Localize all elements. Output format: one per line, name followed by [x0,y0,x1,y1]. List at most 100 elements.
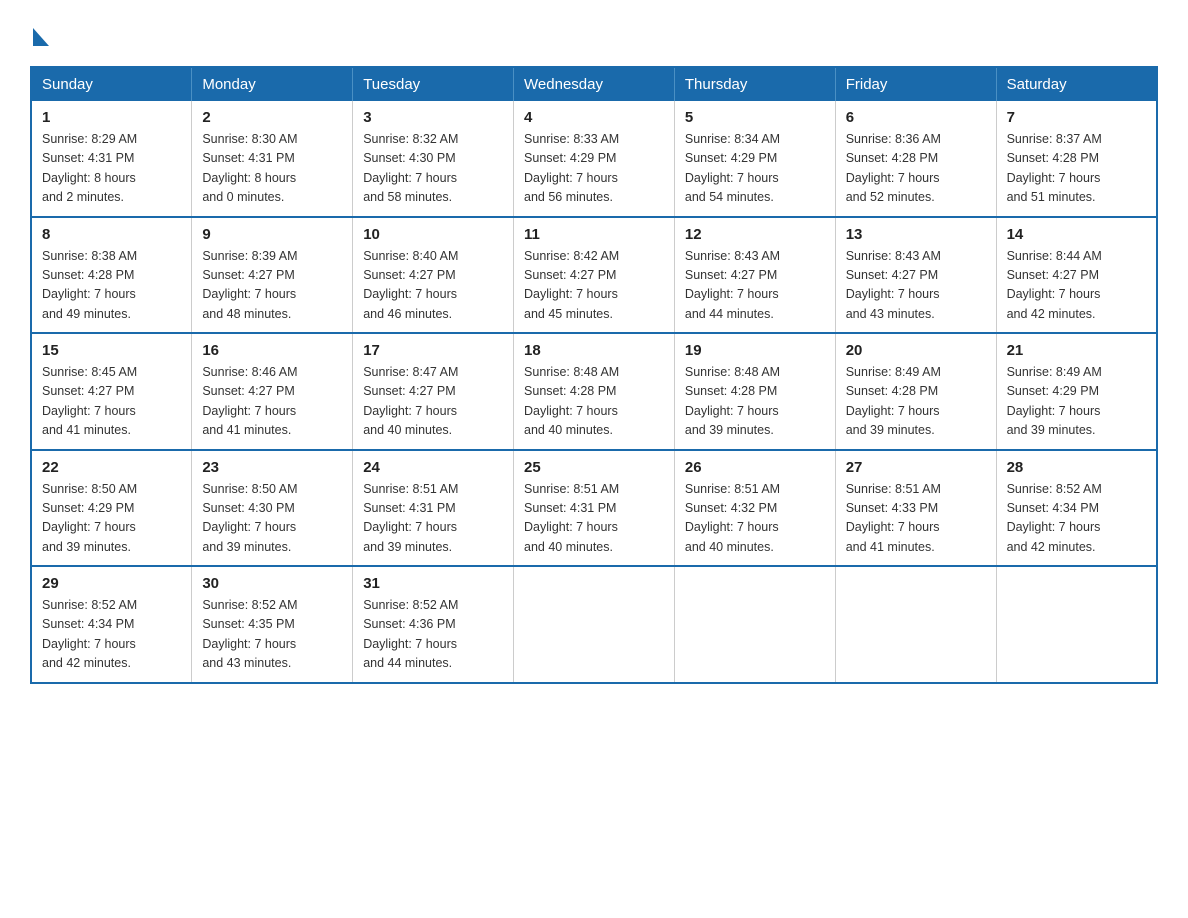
day-info: Sunrise: 8:52 AM Sunset: 4:35 PM Dayligh… [202,596,342,674]
day-number: 12 [685,226,825,243]
day-info: Sunrise: 8:48 AM Sunset: 4:28 PM Dayligh… [524,363,664,441]
calendar-cell: 5Sunrise: 8:34 AM Sunset: 4:29 PM Daylig… [674,101,835,217]
logo [30,20,49,46]
calendar-cell: 10Sunrise: 8:40 AM Sunset: 4:27 PM Dayli… [353,217,514,334]
calendar-cell: 17 Sunrise: 8:47 AM Sunset: 4:27 PM Dayli… [353,333,514,450]
weekday-header-friday: Friday [835,67,996,101]
calendar-cell: 1 Sunrise: 8:29 AM Sunset: 4:31 PM Daylig… [31,101,192,217]
page-header [30,20,1158,46]
weekday-header-sunday: Sunday [31,67,192,101]
calendar-cell: 26Sunrise: 8:51 AM Sunset: 4:32 PM Dayli… [674,450,835,567]
day-info: Sunrise: 8:46 AM Sunset: 4:27 PM Dayligh… [202,363,342,441]
weekday-header-monday: Monday [192,67,353,101]
day-info: Sunrise: 8:37 AM Sunset: 4:28 PM Dayligh… [1007,130,1146,208]
calendar-week-row: 15 Sunrise: 8:45 AM Sunset: 4:27 PM Dayli… [31,333,1157,450]
day-number: 9 [202,226,342,243]
day-number: 2 [202,109,342,126]
day-info: Sunrise: 8:49 AM Sunset: 4:29 PM Dayligh… [1007,363,1146,441]
calendar-cell: 2 Sunrise: 8:30 AM Sunset: 4:31 PM Daylig… [192,101,353,217]
day-info: Sunrise: 8:51 AM Sunset: 4:33 PM Dayligh… [846,480,986,558]
calendar-cell: 28 Sunrise: 8:52 AM Sunset: 4:34 PM Dayli… [996,450,1157,567]
calendar-cell: 25 Sunrise: 8:51 AM Sunset: 4:31 PM Dayli… [514,450,675,567]
day-number: 14 [1007,226,1146,243]
day-number: 15 [42,342,181,359]
day-number: 28 [1007,459,1146,476]
calendar-week-row: 29 Sunrise: 8:52 AM Sunset: 4:34 PM Dayli… [31,566,1157,683]
day-info: Sunrise: 8:47 AM Sunset: 4:27 PM Dayligh… [363,363,503,441]
day-info: Sunrise: 8:52 AM Sunset: 4:34 PM Dayligh… [1007,480,1146,558]
calendar-header-row: SundayMondayTuesdayWednesdayThursdayFrid… [31,67,1157,101]
calendar-cell: 27 Sunrise: 8:51 AM Sunset: 4:33 PM Dayli… [835,450,996,567]
calendar-cell: 29 Sunrise: 8:52 AM Sunset: 4:34 PM Dayli… [31,566,192,683]
day-info: Sunrise: 8:51 AM Sunset: 4:31 PM Dayligh… [363,480,503,558]
day-info: Sunrise: 8:52 AM Sunset: 4:36 PM Dayligh… [363,596,503,674]
day-number: 11 [524,226,664,243]
calendar-cell: 30 Sunrise: 8:52 AM Sunset: 4:35 PM Dayli… [192,566,353,683]
weekday-header-thursday: Thursday [674,67,835,101]
calendar-cell: 12 Sunrise: 8:43 AM Sunset: 4:27 PM Dayli… [674,217,835,334]
day-number: 29 [42,575,181,592]
day-info: Sunrise: 8:32 AM Sunset: 4:30 PM Dayligh… [363,130,503,208]
calendar-week-row: 1 Sunrise: 8:29 AM Sunset: 4:31 PM Daylig… [31,101,1157,217]
day-number: 18 [524,342,664,359]
day-number: 23 [202,459,342,476]
day-number: 4 [524,109,664,126]
day-number: 30 [202,575,342,592]
calendar-cell: 6 Sunrise: 8:36 AM Sunset: 4:28 PM Daylig… [835,101,996,217]
calendar-week-row: 22Sunrise: 8:50 AM Sunset: 4:29 PM Dayli… [31,450,1157,567]
day-number: 8 [42,226,181,243]
day-number: 24 [363,459,503,476]
calendar-cell: 31 Sunrise: 8:52 AM Sunset: 4:36 PM Dayli… [353,566,514,683]
day-info: Sunrise: 8:36 AM Sunset: 4:28 PM Dayligh… [846,130,986,208]
calendar-cell: 3 Sunrise: 8:32 AM Sunset: 4:30 PM Daylig… [353,101,514,217]
calendar-cell: 11 Sunrise: 8:42 AM Sunset: 4:27 PM Dayli… [514,217,675,334]
calendar-cell: 15 Sunrise: 8:45 AM Sunset: 4:27 PM Dayli… [31,333,192,450]
day-info: Sunrise: 8:49 AM Sunset: 4:28 PM Dayligh… [846,363,986,441]
day-number: 19 [685,342,825,359]
weekday-header-tuesday: Tuesday [353,67,514,101]
day-number: 27 [846,459,986,476]
day-info: Sunrise: 8:51 AM Sunset: 4:31 PM Dayligh… [524,480,664,558]
calendar-cell: 7Sunrise: 8:37 AM Sunset: 4:28 PM Daylig… [996,101,1157,217]
calendar-cell: 21 Sunrise: 8:49 AM Sunset: 4:29 PM Dayli… [996,333,1157,450]
day-info: Sunrise: 8:29 AM Sunset: 4:31 PM Dayligh… [42,130,181,208]
day-info: Sunrise: 8:52 AM Sunset: 4:34 PM Dayligh… [42,596,181,674]
day-info: Sunrise: 8:44 AM Sunset: 4:27 PM Dayligh… [1007,247,1146,325]
day-number: 1 [42,109,181,126]
day-info: Sunrise: 8:34 AM Sunset: 4:29 PM Dayligh… [685,130,825,208]
logo-triangle-icon [33,28,49,46]
day-number: 22 [42,459,181,476]
day-number: 31 [363,575,503,592]
day-info: Sunrise: 8:51 AM Sunset: 4:32 PM Dayligh… [685,480,825,558]
day-number: 20 [846,342,986,359]
calendar-cell: 19 Sunrise: 8:48 AM Sunset: 4:28 PM Dayli… [674,333,835,450]
day-number: 10 [363,226,503,243]
day-number: 13 [846,226,986,243]
day-number: 6 [846,109,986,126]
calendar-cell [835,566,996,683]
day-number: 21 [1007,342,1146,359]
day-number: 25 [524,459,664,476]
calendar-cell: 9 Sunrise: 8:39 AM Sunset: 4:27 PM Daylig… [192,217,353,334]
calendar-cell [996,566,1157,683]
day-info: Sunrise: 8:30 AM Sunset: 4:31 PM Dayligh… [202,130,342,208]
day-info: Sunrise: 8:43 AM Sunset: 4:27 PM Dayligh… [846,247,986,325]
calendar-cell: 13 Sunrise: 8:43 AM Sunset: 4:27 PM Dayli… [835,217,996,334]
day-number: 3 [363,109,503,126]
calendar-cell: 22Sunrise: 8:50 AM Sunset: 4:29 PM Dayli… [31,450,192,567]
calendar-cell: 4 Sunrise: 8:33 AM Sunset: 4:29 PM Daylig… [514,101,675,217]
day-number: 17 [363,342,503,359]
day-info: Sunrise: 8:48 AM Sunset: 4:28 PM Dayligh… [685,363,825,441]
calendar-cell [514,566,675,683]
day-info: Sunrise: 8:43 AM Sunset: 4:27 PM Dayligh… [685,247,825,325]
calendar-table: SundayMondayTuesdayWednesdayThursdayFrid… [30,66,1158,684]
day-info: Sunrise: 8:33 AM Sunset: 4:29 PM Dayligh… [524,130,664,208]
calendar-cell [674,566,835,683]
calendar-cell: 14 Sunrise: 8:44 AM Sunset: 4:27 PM Dayli… [996,217,1157,334]
day-info: Sunrise: 8:42 AM Sunset: 4:27 PM Dayligh… [524,247,664,325]
day-number: 16 [202,342,342,359]
calendar-cell: 8 Sunrise: 8:38 AM Sunset: 4:28 PM Daylig… [31,217,192,334]
day-info: Sunrise: 8:38 AM Sunset: 4:28 PM Dayligh… [42,247,181,325]
day-info: Sunrise: 8:45 AM Sunset: 4:27 PM Dayligh… [42,363,181,441]
day-info: Sunrise: 8:39 AM Sunset: 4:27 PM Dayligh… [202,247,342,325]
